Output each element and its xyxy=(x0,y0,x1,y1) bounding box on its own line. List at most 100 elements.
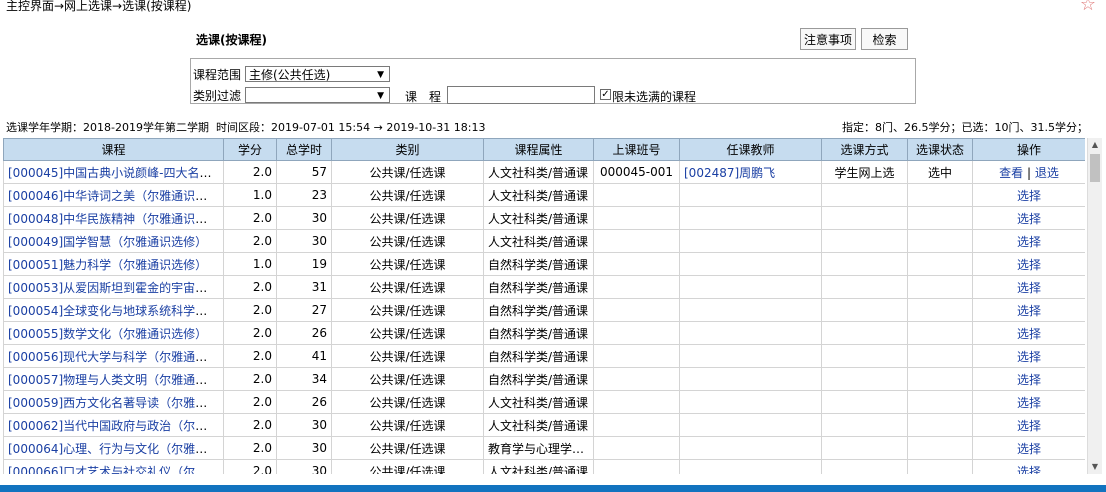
course-name-link-text[interactable]: [000066]口才艺术与社交礼仪（尔雅通… xyxy=(8,465,223,475)
select-link[interactable]: 选择 xyxy=(1017,442,1041,456)
action-cell: 选择 xyxy=(972,183,1085,207)
credit-cell: 2.0 xyxy=(223,160,277,184)
col-action: 操作 xyxy=(972,138,1085,161)
action-separator: | xyxy=(1023,165,1035,180)
method-cell: 学生网上选 xyxy=(821,160,908,184)
status-cell xyxy=(907,229,973,253)
course-name-link[interactable]: [000056]现代大学与科学（尔雅通识选… xyxy=(3,344,224,368)
select-link[interactable]: 选择 xyxy=(1017,212,1041,226)
star-icon[interactable]: ☆ xyxy=(1080,0,1096,16)
view-link[interactable]: 查看 xyxy=(999,166,1023,180)
course-name-link-text[interactable]: [000056]现代大学与科学（尔雅通识选… xyxy=(8,350,223,364)
teacher-link[interactable]: [002487]周鹏飞 xyxy=(679,160,822,184)
select-link[interactable]: 选择 xyxy=(1017,304,1041,318)
status-cell xyxy=(907,275,973,299)
table-row: [000054]全球变化与地球系统科学（尔… 2.0 27 公共课/任选课 自然科学类/… xyxy=(3,298,1085,322)
status-cell xyxy=(907,321,973,345)
select-link[interactable]: 选择 xyxy=(1017,465,1041,475)
credit-cell: 2.0 xyxy=(223,229,277,253)
teacher-link-text[interactable]: [002487]周鹏飞 xyxy=(684,166,775,180)
chevron-down-icon: ▼ xyxy=(377,91,384,101)
course-range-select[interactable]: 主修(公共任选) ▼ xyxy=(245,66,390,82)
teacher-link[interactable] xyxy=(679,183,822,207)
course-name-link[interactable]: [000048]中华民族精神（尔雅通识选修） xyxy=(3,206,224,230)
course-name-link[interactable]: [000066]口才艺术与社交礼仪（尔雅通… xyxy=(3,459,224,475)
scroll-thumb[interactable] xyxy=(1090,154,1100,182)
notice-button[interactable]: 注意事项 xyxy=(800,28,856,50)
drop-link[interactable]: 退选 xyxy=(1035,166,1059,180)
only-unfull-checkbox[interactable]: ✓ xyxy=(600,89,611,100)
course-name-link-text[interactable]: [000048]中华民族精神（尔雅通识选修） xyxy=(8,212,223,226)
teacher-link[interactable] xyxy=(679,459,822,474)
table-row: [000064]心理、行为与文化（尔雅通识… 2.0 30 公共课/任选课 教育学与心理… xyxy=(3,436,1085,460)
method-cell xyxy=(821,367,908,391)
col-course: 课程 xyxy=(3,138,224,161)
scroll-up-icon[interactable]: ▲ xyxy=(1088,138,1102,152)
course-name-link-text[interactable]: [000057]物理与人类文明（尔雅通识选… xyxy=(8,373,223,387)
course-name-link[interactable]: [000055]数学文化（尔雅通识选修） xyxy=(3,321,224,345)
course-name-link-text[interactable]: [000054]全球变化与地球系统科学（尔… xyxy=(8,304,223,318)
teacher-link[interactable] xyxy=(679,367,822,391)
teacher-link[interactable] xyxy=(679,390,822,414)
course-name-link-text[interactable]: [000045]中国古典小说颜峰-四大名著鉴… xyxy=(8,166,223,180)
class-no-cell xyxy=(593,367,680,391)
course-search-input[interactable] xyxy=(447,86,595,104)
action-cell: 查看 | 退选 xyxy=(972,160,1085,184)
teacher-link[interactable] xyxy=(679,321,822,345)
teacher-link[interactable] xyxy=(679,229,822,253)
category-cell: 公共课/任选课 xyxy=(331,183,484,207)
select-link[interactable]: 选择 xyxy=(1017,396,1041,410)
course-name-link[interactable]: [000045]中国古典小说颜峰-四大名著鉴… xyxy=(3,160,224,184)
attr-cell: 人文社科类/普通课 xyxy=(483,183,594,207)
select-link[interactable]: 选择 xyxy=(1017,281,1041,295)
table-row: [000045]中国古典小说颜峰-四大名著鉴… 2.0 57 公共课/任选课 人文社科类… xyxy=(3,160,1085,184)
course-name-link-text[interactable]: [000062]当代中国政府与政治（尔雅通… xyxy=(8,419,223,433)
category-cell: 公共课/任选课 xyxy=(331,436,484,460)
course-name-link-text[interactable]: [000046]中华诗词之美（尔雅通识选修） xyxy=(8,189,223,203)
teacher-link[interactable] xyxy=(679,206,822,230)
course-name-link[interactable]: [000062]当代中国政府与政治（尔雅通… xyxy=(3,413,224,437)
teacher-link[interactable] xyxy=(679,298,822,322)
hours-cell: 30 xyxy=(276,459,332,474)
course-name-link-text[interactable]: [000064]心理、行为与文化（尔雅通识… xyxy=(8,442,223,456)
select-link[interactable]: 选择 xyxy=(1017,373,1041,387)
select-link[interactable]: 选择 xyxy=(1017,350,1041,364)
teacher-link[interactable] xyxy=(679,275,822,299)
status-cell xyxy=(907,344,973,368)
category-filter-select[interactable]: ▼ xyxy=(245,87,390,103)
col-category: 类别 xyxy=(331,138,484,161)
course-name-link[interactable]: [000057]物理与人类文明（尔雅通识选… xyxy=(3,367,224,391)
select-link[interactable]: 选择 xyxy=(1017,419,1041,433)
credit-cell: 2.0 xyxy=(223,275,277,299)
course-name-link[interactable]: [000064]心理、行为与文化（尔雅通识… xyxy=(3,436,224,460)
select-link[interactable]: 选择 xyxy=(1017,327,1041,341)
teacher-link[interactable] xyxy=(679,252,822,276)
col-method: 选课方式 xyxy=(821,138,908,161)
select-link[interactable]: 选择 xyxy=(1017,235,1041,249)
action-cell: 选择 xyxy=(972,436,1085,460)
select-link[interactable]: 选择 xyxy=(1017,258,1041,272)
course-name-link-text[interactable]: [000055]数学文化（尔雅通识选修） xyxy=(8,327,207,341)
course-name-link[interactable]: [000051]魅力科学（尔雅通识选修） xyxy=(3,252,224,276)
course-name-link[interactable]: [000049]国学智慧（尔雅通识选修） xyxy=(3,229,224,253)
scroll-down-icon[interactable]: ▼ xyxy=(1088,460,1102,474)
status-cell xyxy=(907,367,973,391)
teacher-link[interactable] xyxy=(679,413,822,437)
course-name-link[interactable]: [000046]中华诗词之美（尔雅通识选修） xyxy=(3,183,224,207)
category-cell: 公共课/任选课 xyxy=(331,390,484,414)
course-name-link[interactable]: [000053]从爱因斯坦到霍金的宇宙（尔… xyxy=(3,275,224,299)
search-button[interactable]: 检索 xyxy=(861,28,908,50)
vertical-scrollbar[interactable]: ▲ ▼ xyxy=(1087,138,1102,474)
class-no-cell xyxy=(593,321,680,345)
select-link[interactable]: 选择 xyxy=(1017,189,1041,203)
teacher-link[interactable] xyxy=(679,436,822,460)
course-name-link-text[interactable]: [000049]国学智慧（尔雅通识选修） xyxy=(8,235,207,249)
course-name-link-text[interactable]: [000053]从爱因斯坦到霍金的宇宙（尔… xyxy=(8,281,223,295)
table-header-row: 课程 学分 总学时 类别 课程属性 上课班号 任课教师 选课方式 选课状态 操作 xyxy=(3,138,1085,161)
course-name-link-text[interactable]: [000059]西方文化名著导读（尔雅通识… xyxy=(8,396,223,410)
course-name-link[interactable]: [000059]西方文化名著导读（尔雅通识… xyxy=(3,390,224,414)
course-name-link-text[interactable]: [000051]魅力科学（尔雅通识选修） xyxy=(8,258,207,272)
course-name-link[interactable]: [000054]全球变化与地球系统科学（尔… xyxy=(3,298,224,322)
teacher-link[interactable] xyxy=(679,344,822,368)
method-cell xyxy=(821,275,908,299)
